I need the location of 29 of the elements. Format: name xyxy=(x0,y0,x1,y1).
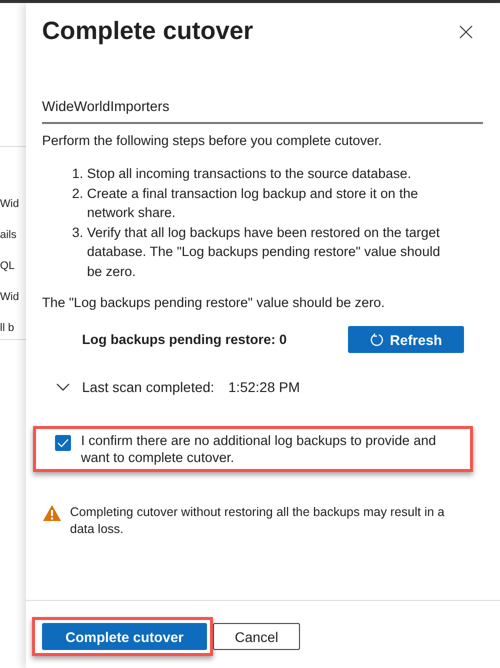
background-text: ails xyxy=(0,228,18,243)
refresh-icon xyxy=(370,332,384,346)
close-button[interactable] xyxy=(457,22,475,40)
step-number: 2. xyxy=(72,184,84,202)
database-name: WideWorldImporters xyxy=(42,98,483,124)
cancel-button[interactable]: Cancel xyxy=(213,623,300,650)
background-text: ll b xyxy=(0,321,16,336)
panel-title: Complete cutover xyxy=(42,17,254,46)
instructions-text: Perform the following steps before you complete cutover. xyxy=(42,133,383,148)
step-number: 1. xyxy=(72,165,84,183)
pending-count-label: Log backups pending restore: 0 xyxy=(82,332,287,347)
step-text: Stop all incoming transactions to the source database. xyxy=(87,165,412,183)
scan-time: 1:52:28 PM xyxy=(228,379,300,395)
step-text: Verify that all log backups have been restored on the target database. The "Log backups pending restore" value should be zero. xyxy=(87,224,442,280)
background-text: Wid xyxy=(0,290,20,305)
background-text: QL xyxy=(0,259,16,274)
checkbox[interactable] xyxy=(55,435,71,451)
warning-text: Completing cutover without restoring all the backups may result in a data loss. xyxy=(70,504,446,538)
step-text: Create a final transaction log backup and store it on the network share. xyxy=(87,184,419,222)
complete-button[interactable]: Complete cutover xyxy=(42,623,207,650)
chevron-icon[interactable] xyxy=(56,383,70,391)
checkbox-label: I confirm there are no additional log backups to provide and want to complete cutover. xyxy=(81,432,437,466)
refresh-button[interactable]: Refresh xyxy=(348,326,464,353)
close-icon xyxy=(459,24,473,38)
background-text: Wid xyxy=(0,197,20,212)
note-text: The "Log backups pending restore" value should be zero. xyxy=(42,295,386,310)
warning-icon xyxy=(42,504,62,522)
scan-label: Last scan completed: xyxy=(82,379,214,395)
step-number: 3. xyxy=(72,224,84,242)
